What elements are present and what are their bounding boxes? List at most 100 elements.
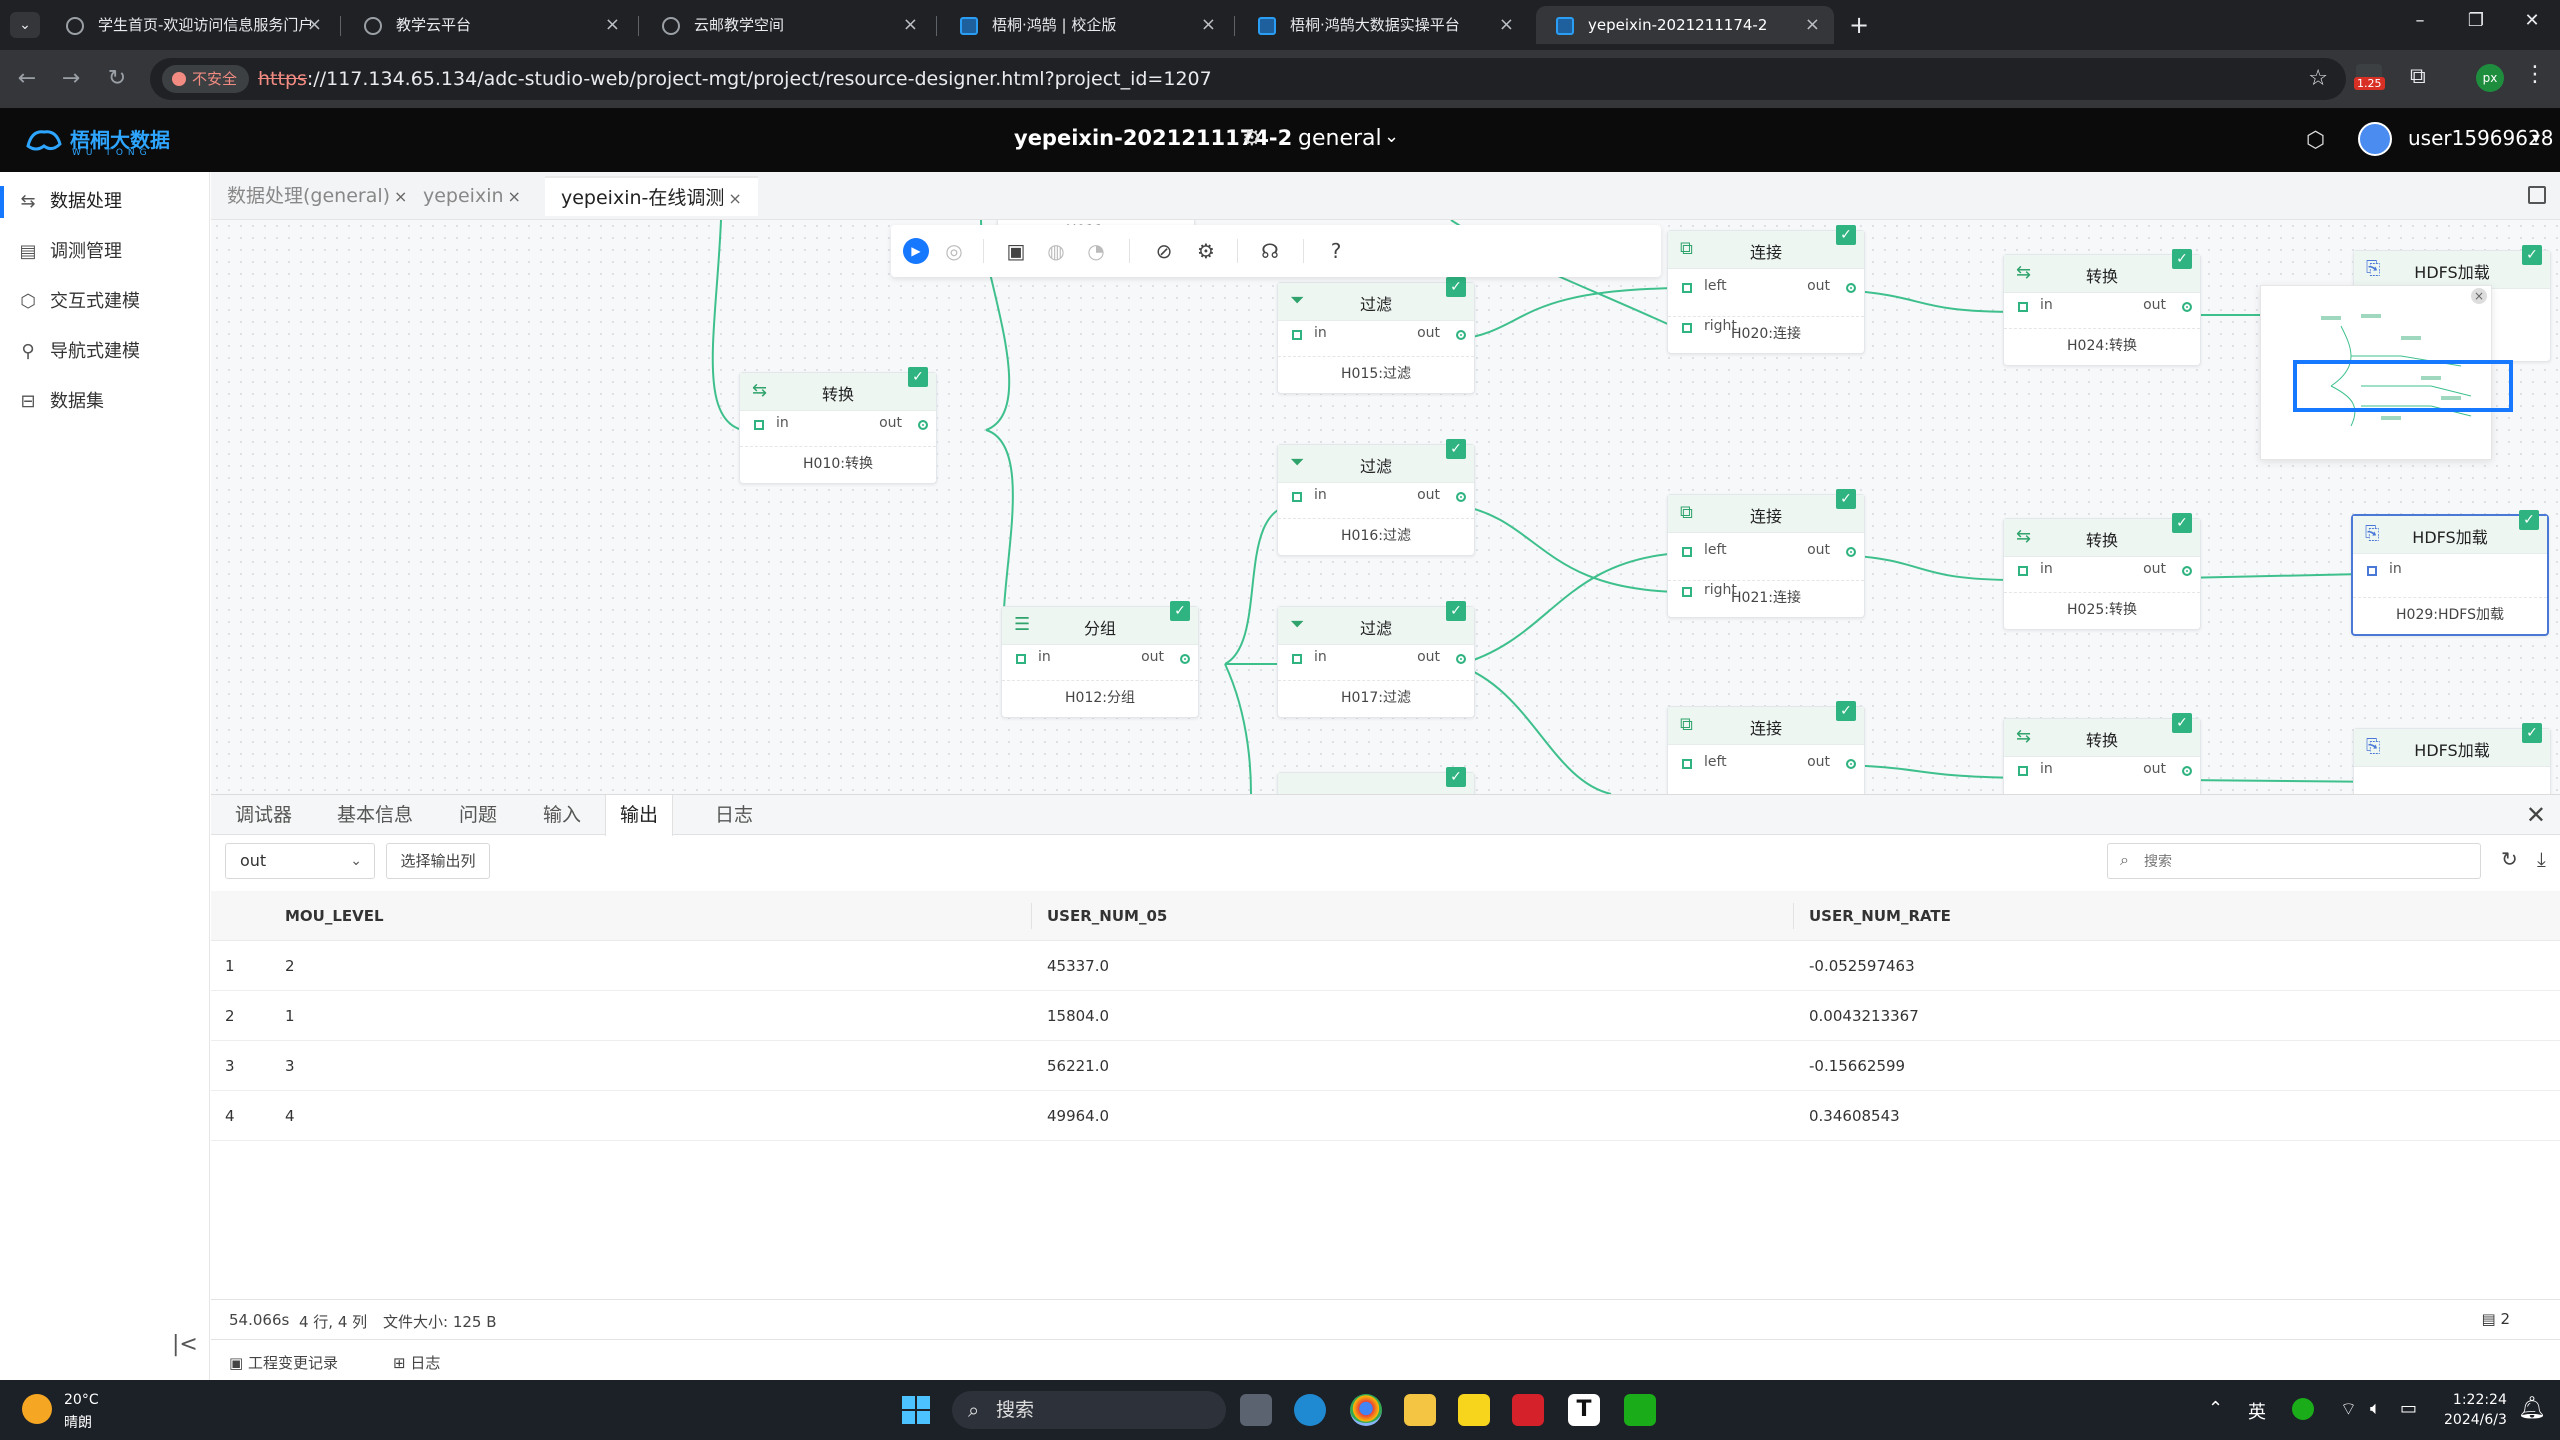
fingerprint-icon[interactable]: ☊ <box>1257 238 1283 264</box>
flow-node-h015[interactable]: ⏷ 过滤 ✓ in out H015:过滤 <box>1277 277 1475 394</box>
check-icon[interactable]: ✓ <box>2172 249 2192 269</box>
check-icon[interactable]: ✓ <box>2172 713 2192 733</box>
sidebar-item-data-processing[interactable]: ⇆ 数据处理 <box>0 180 210 224</box>
environment-selector[interactable]: general <box>1298 126 1382 151</box>
check-icon[interactable]: ✓ <box>1446 767 1466 787</box>
browser-tab-4[interactable]: 梧桐·鸿鹄 | 校企版 × <box>940 6 1230 44</box>
close-icon[interactable]: × <box>1499 6 1514 44</box>
flow-node-h017[interactable]: ⏷ 过滤 ✓ in out H017:过滤 <box>1277 601 1475 718</box>
flow-node-h024[interactable]: ⇆ 转换 ✓ in out H024:转换 <box>2003 249 2201 366</box>
check-icon[interactable]: ✓ <box>1446 601 1466 621</box>
sticky-notes-icon[interactable] <box>1458 1394 1490 1426</box>
log-link[interactable]: ⊞ 日志 <box>393 1352 440 1373</box>
port-in-icon[interactable] <box>1016 654 1026 664</box>
cube-icon[interactable]: ⬡ <box>2306 128 2325 153</box>
bookmark-star-icon[interactable]: ☆ <box>2308 66 2328 91</box>
flow-node-h026[interactable]: ⇆ 转换 ✓ in out <box>2003 713 2201 794</box>
search-input[interactable] <box>2144 850 2464 872</box>
close-icon[interactable]: × <box>508 187 521 206</box>
browser-tab-1[interactable]: 学生首页-欢迎访问信息服务门户 × <box>46 6 336 44</box>
port-out-icon[interactable] <box>1456 492 1466 502</box>
forward-icon[interactable]: → <box>56 64 86 94</box>
wechat-tray-icon[interactable] <box>2292 1398 2314 1420</box>
check-icon[interactable]: ✓ <box>1836 225 1856 245</box>
check-icon[interactable]: ✓ <box>1836 489 1856 509</box>
close-icon[interactable]: × <box>1805 6 1820 44</box>
file-explorer-icon[interactable] <box>1404 1394 1436 1426</box>
browser-tab-2[interactable]: 教学云平台 × <box>344 6 634 44</box>
address-bar[interactable]: 不安全 https://117.134.65.134/adc-studio-we… <box>150 58 2346 100</box>
clear-icon[interactable]: ⊘ <box>1151 238 1177 264</box>
flow-node-h020[interactable]: ⧉ 连接 ✓ left right out H020:连接 <box>1667 225 1865 354</box>
pdf-reader-icon[interactable] <box>1512 1394 1544 1426</box>
typora-icon[interactable]: T <box>1568 1394 1600 1426</box>
port-in-icon[interactable] <box>754 420 764 430</box>
extensions-puzzle-icon[interactable]: ⧉ <box>2410 64 2426 89</box>
user-avatar[interactable] <box>2358 122 2392 156</box>
taskbar-search[interactable]: 搜索 <box>952 1391 1226 1429</box>
caret-down-icon[interactable]: ▾ <box>2532 128 2540 147</box>
restore-icon[interactable]: ❐ <box>2456 10 2496 31</box>
new-tab-button[interactable]: + <box>1842 8 1876 42</box>
port-out-icon[interactable] <box>2182 766 2192 776</box>
check-icon[interactable]: ✓ <box>2172 513 2192 533</box>
close-icon[interactable]: × <box>605 6 620 44</box>
sidebar-item-dataset[interactable]: ⊟ 数据集 <box>0 380 210 424</box>
port-out-icon[interactable] <box>1846 283 1856 293</box>
flow-node[interactable]: ✓ <box>1277 767 1475 794</box>
flow-node-h021[interactable]: ⧉ 连接 ✓ left right out H021:连接 <box>1667 489 1865 618</box>
reload-icon[interactable]: ↻ <box>102 64 132 94</box>
port-in-icon[interactable] <box>2018 302 2028 312</box>
flow-node-h010[interactable]: ⇆ 转换 ✓ in out H010:转换 <box>739 367 937 484</box>
column-header[interactable]: MOU_LEVEL <box>285 891 384 941</box>
close-icon[interactable]: × <box>307 6 322 44</box>
run-icon[interactable]: ▶ <box>903 238 929 264</box>
history-icon[interactable]: ◔ <box>1083 238 1109 264</box>
save-icon[interactable]: ▣ <box>1003 238 1029 264</box>
flow-node-h012[interactable]: ☰ 分组 ✓ in out H012:分组 <box>1001 601 1199 718</box>
insecure-badge[interactable]: 不安全 <box>162 65 250 93</box>
settings-gear-icon[interactable]: ⚙ <box>1193 238 1219 264</box>
check-icon[interactable]: ✓ <box>1446 439 1466 459</box>
check-icon[interactable]: ✓ <box>2522 723 2542 743</box>
port-in-icon[interactable] <box>1292 492 1302 502</box>
sidebar-item-interactive-modeling[interactable]: ⬡ 交互式建模 <box>0 280 210 324</box>
browser-tab-6[interactable]: yepeixin-2021211174-2 × <box>1536 6 1834 44</box>
changelog-link[interactable]: ▣ 工程变更记录 <box>229 1352 338 1373</box>
check-icon[interactable]: ✓ <box>1446 277 1466 297</box>
minimap[interactable]: × <box>2260 285 2513 460</box>
port-in-icon[interactable] <box>2367 566 2377 576</box>
battery-icon[interactable]: ▭ <box>2400 1398 2417 1419</box>
tab-data-processing-general[interactable]: 数据处理(general) × <box>211 176 423 216</box>
minimap-viewport[interactable] <box>2293 360 2513 412</box>
port-out-icon[interactable] <box>1456 654 1466 664</box>
search-box[interactable]: ⌕ <box>2107 843 2481 879</box>
help-icon[interactable]: ? <box>1323 238 1349 264</box>
refresh-icon[interactable]: ↻ <box>2501 847 2518 871</box>
port-in-icon[interactable] <box>1682 283 1692 293</box>
flow-canvas[interactable]: H011 ⇆ 转换 ✓ in out H010:转换 ☰ 分组 ✓ in out… <box>211 220 2560 794</box>
check-icon[interactable]: ✓ <box>1836 701 1856 721</box>
flow-node-hdfs-bottom[interactable]: ⎘ HDFS加载 ✓ <box>2353 723 2551 794</box>
tab-problems[interactable]: 问题 <box>445 795 511 835</box>
url-text[interactable]: https://117.134.65.134/adc-studio-web/pr… <box>258 58 1212 100</box>
select-columns-button[interactable]: 选择输出列 <box>386 843 490 879</box>
chrome-icon[interactable] <box>1350 1394 1382 1426</box>
browser-menu-icon[interactable]: ⋮ <box>2524 62 2546 87</box>
ime-indicator[interactable]: 英 <box>2248 1398 2266 1424</box>
close-icon[interactable]: ✕ <box>2526 801 2546 829</box>
tray-overflow-icon[interactable]: ⌃ <box>2208 1398 2223 1419</box>
port-in-icon[interactable] <box>1682 547 1692 557</box>
tab-search-icon[interactable]: ⌄ <box>10 12 40 38</box>
task-view-icon[interactable] <box>1240 1394 1272 1426</box>
panel-toggle-icon[interactable] <box>2528 186 2546 204</box>
tab-yepeixin[interactable]: yepeixin × <box>407 176 537 216</box>
tab-basic-info[interactable]: 基本信息 <box>323 795 427 835</box>
volume-icon[interactable]: 🔈︎ <box>2370 1398 2381 1419</box>
port-out-icon[interactable] <box>1456 330 1466 340</box>
tab-input[interactable]: 输入 <box>529 795 595 835</box>
profile-avatar[interactable]: px <box>2476 64 2504 92</box>
flow-node-h025[interactable]: ⇆ 转换 ✓ in out H025:转换 <box>2003 513 2201 630</box>
minimize-icon[interactable]: – <box>2400 10 2440 31</box>
collapse-sidebar-icon[interactable]: |< <box>172 1332 198 1357</box>
